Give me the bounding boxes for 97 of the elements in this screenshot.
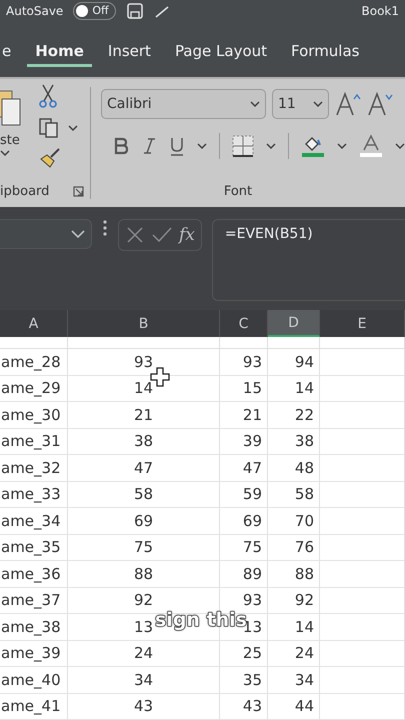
table-cell: ame_30 [1,406,61,424]
table-cell: 43 [242,697,262,716]
table-cell: ame_40 [1,670,61,689]
table-cell: 22 [294,406,314,424]
table-cell: 44 [294,697,314,716]
table-cell: 59 [242,485,262,504]
column-header[interactable]: D [268,310,320,337]
table-cell: 24 [294,644,314,662]
column-header[interactable]: E [320,310,405,337]
table-cell: 14 [294,618,314,636]
group-label: ipboard [0,184,50,199]
grow-font-icon[interactable] [335,90,361,117]
scissors-icon[interactable] [38,82,58,109]
table-cell: 15 [242,379,262,398]
caret-icon[interactable] [337,142,347,149]
caret-icon[interactable] [197,142,207,149]
caret-icon[interactable] [266,142,276,149]
shrink-font-icon[interactable] [367,90,393,117]
table-cell: ame_36 [1,564,61,583]
insert-function-button[interactable]: fx [179,224,195,245]
table-cell: 58 [294,485,314,504]
table-cell: 93 [134,352,154,371]
table-cell: ame_39 [1,644,61,662]
ribbon-tab[interactable]: Formulas [283,36,368,67]
table-cell: ame_38 [1,618,61,636]
column-header[interactable]: B [68,310,220,337]
paste-label[interactable]: ste [0,132,20,148]
save-icon[interactable] [126,2,144,19]
table-cell: 93 [242,352,262,371]
table-cell: 92 [294,591,314,610]
bold-icon[interactable] [113,136,129,155]
table-cell: 69 [242,512,262,530]
caret-icon[interactable] [395,142,405,149]
more-icon[interactable] [102,218,108,237]
table-cell: 94 [294,352,314,371]
underline-icon[interactable] [169,136,185,156]
table-cell: 93 [242,591,262,610]
table-cell: 34 [134,670,154,689]
table-cell: 58 [134,485,154,504]
table-cell: 88 [134,564,154,583]
document-title: Book1 [362,4,399,18]
caret-icon[interactable] [0,150,10,156]
group-label: Font [224,184,252,199]
table-cell: ame_33 [1,485,61,504]
ribbon-tab[interactable]: Page Layout [166,36,276,67]
column-header[interactable]: A [0,310,68,337]
table-cell: 21 [134,406,154,424]
table-cell: 14 [134,379,154,398]
autosave-toggle[interactable]: Off [73,2,116,20]
ribbon-tab[interactable]: e [0,36,20,67]
italic-icon[interactable] [141,136,157,155]
table-cell: 75 [134,538,154,556]
table-cell: 88 [294,564,314,583]
cancel-icon[interactable] [125,226,145,244]
ribbon-tab[interactable]: Insert [100,36,159,67]
table-cell: ame_34 [1,512,61,530]
brush-icon[interactable] [38,146,62,169]
caret-icon[interactable] [68,124,78,131]
copy-icon[interactable] [38,116,60,139]
table-cell: ame_41 [1,697,61,716]
table-cell: 76 [294,538,314,556]
table-cell: 24 [134,644,154,662]
font-size-dropdown[interactable]: 11 [272,88,329,119]
table-cell: 14 [294,379,314,398]
table-cell: ame_32 [1,458,61,477]
check-icon[interactable] [151,226,173,244]
font-color-icon[interactable] [359,134,383,158]
table-cell: 75 [242,538,262,556]
table-cell: ame_31 [1,432,61,450]
caret-icon[interactable] [250,100,260,107]
table-cell: ame_28 [1,352,61,371]
formula-field[interactable]: =EVEN(B51) [212,218,405,301]
table-cell: 69 [134,512,154,530]
table-cell: ame_37 [1,591,61,610]
table-cell: ame_35 [1,538,61,556]
table-cell: 70 [294,512,314,530]
table-cell: 35 [242,670,262,689]
table-cell: 89 [242,564,262,583]
table-cell: 47 [134,458,154,477]
table-cell: 34 [294,670,314,689]
ribbon-tab[interactable]: Home [27,36,92,67]
autosave-label: AutoSave [6,4,64,18]
table-cell: 38 [134,432,154,450]
launcher-icon[interactable] [73,186,84,197]
table-cell: 38 [294,432,314,450]
table-cell: 48 [294,458,314,477]
table-cell: ame_29 [1,379,61,398]
caret-icon[interactable] [313,100,323,107]
table-cell: 13 [134,618,154,636]
table-cell: 47 [242,458,262,477]
table-cell: 25 [242,644,262,662]
table-cell: 39 [242,432,262,450]
borders-icon[interactable] [232,134,254,157]
font-name-dropdown[interactable]: Calibri [101,88,266,119]
table-cell: 21 [242,406,262,424]
table-cell: 92 [134,591,154,610]
table-cell: 43 [134,697,154,716]
